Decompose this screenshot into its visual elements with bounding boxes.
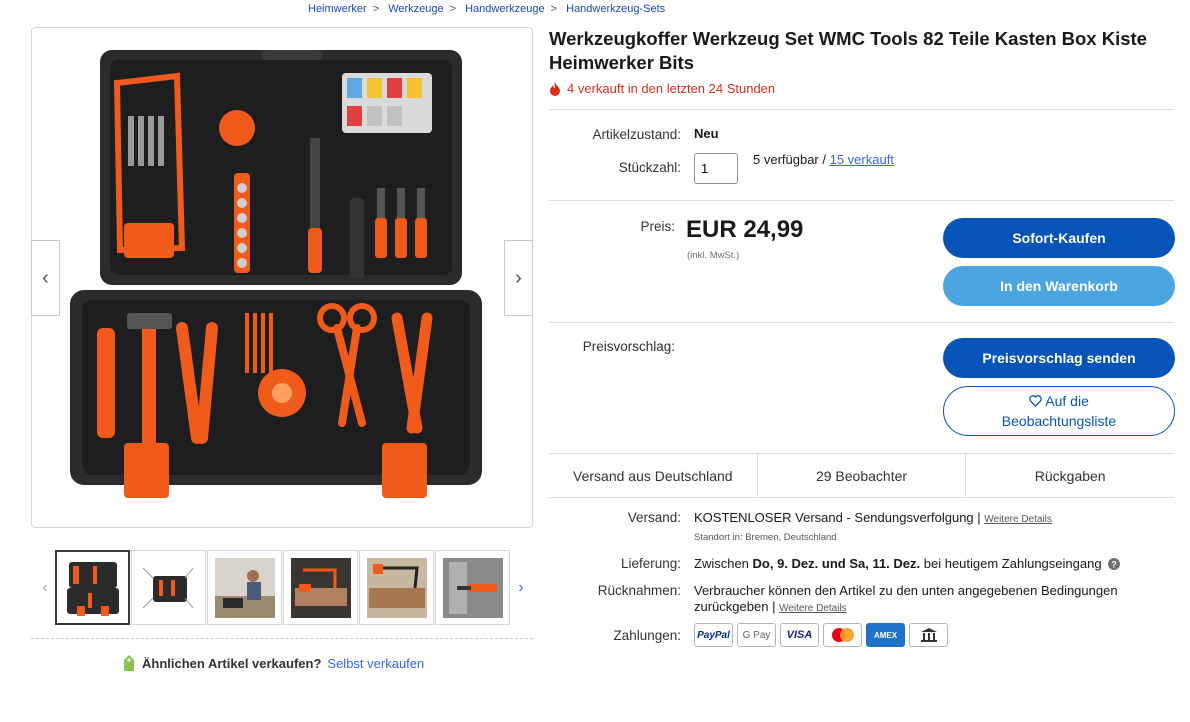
thumbnail-4[interactable] — [283, 550, 358, 625]
buy-now-button[interactable]: Sofort-Kaufen — [943, 218, 1175, 258]
chevron-left-icon: ‹ — [42, 266, 49, 289]
paypal-icon: PayPal — [694, 623, 733, 647]
visa-icon: VISA — [780, 623, 819, 647]
thumb-parts-list-image — [142, 567, 193, 608]
condition-label: Artikelzustand: — [592, 127, 681, 142]
thumb-prev-button[interactable]: ‹ — [35, 579, 55, 597]
thumb-usage-image-4 — [442, 557, 503, 618]
breadcrumb: Heimwerker > Werkzeuge > Handwerkzeuge > Ha… — [308, 3, 666, 15]
divider — [549, 109, 1174, 110]
toolbox-illustration — [70, 50, 482, 498]
tax-note: (inkl. MwSt.) — [687, 250, 740, 261]
returns-details-link[interactable]: Weitere Details — [779, 603, 847, 614]
delivery-label: Lieferung: — [620, 556, 681, 571]
chevron-right-icon: › — [515, 266, 522, 289]
delivery-value: Zwischen Do, 9. Dez. und Sa, 11. Dez. be… — [694, 556, 1121, 571]
returns-label: Rücknahmen: — [597, 583, 681, 598]
price-label: Preis: — [640, 219, 675, 234]
shipping-value: KOSTENLOSER Versand - Sendungsverfolgung… — [694, 510, 1052, 525]
urgency-signal: 4 verkauft in den letzten 24 Stunden — [549, 81, 775, 96]
thumb-usage-image-2 — [290, 557, 351, 618]
watchlist-label: Auf die Beobachtungsliste — [1001, 393, 1117, 429]
thumbnail-strip: ‹ › — [35, 550, 531, 625]
watchlist-content: Auf die Beobachtungsliste — [974, 391, 1144, 431]
thumbnail-1[interactable] — [55, 550, 130, 625]
returns-value: Verbraucher können den Artikel zu den un… — [694, 583, 1118, 614]
delivery-suffix: bei heutigem Zahlungseingang — [920, 556, 1102, 571]
send-offer-button[interactable]: Preisvorschlag senden — [943, 338, 1175, 378]
urgency-text: 4 verkauft in den letzten 24 Stunden — [567, 81, 776, 96]
bank-icon — [909, 623, 948, 647]
divider — [549, 322, 1174, 323]
thumb-toolbox-image — [66, 561, 119, 616]
add-to-cart-button[interactable]: In den Warenkorb — [943, 266, 1175, 306]
mastercard-icon — [823, 623, 862, 647]
quantity-input[interactable] — [694, 153, 738, 184]
sold-link[interactable]: 15 verkauft — [830, 152, 894, 167]
sell-yourself-link[interactable]: Selbst verkaufen — [327, 656, 424, 671]
returns-line-2: zurückgeben — [694, 599, 769, 614]
svg-text:?: ? — [1111, 560, 1117, 570]
thumb-next-button[interactable]: › — [511, 579, 531, 597]
product-title: Werkzeugkoffer Werkzeug Set WMC Tools 82… — [549, 28, 1147, 73]
thumbnail-5[interactable] — [359, 550, 434, 625]
returns-line-1: Verbraucher können den Artikel zu den un… — [694, 583, 1118, 598]
heart-icon — [1029, 395, 1042, 407]
google-pay-icon: G Pay — [737, 623, 776, 647]
available-text: 5 verfügbar / — [753, 152, 830, 167]
bank-building-icon — [920, 628, 937, 642]
offer-label: Preisvorschlag: — [582, 339, 675, 354]
thumbnail-3[interactable] — [207, 550, 282, 625]
shipping-label: Versand: — [627, 510, 681, 525]
stat-watchers: 29 Beobachter — [758, 454, 967, 497]
availability: 5 verfügbar / 15 verkauft — [753, 152, 894, 167]
stat-shipping-origin: Versand aus Deutschland — [549, 454, 758, 497]
sell-similar-question: Ähnlichen Artikel verkaufen? — [142, 655, 322, 671]
breadcrumb-handwerkzeug-sets[interactable]: Handwerkzeug-Sets — [566, 3, 665, 15]
mastercard-logo — [831, 628, 854, 642]
sell-similar-bar: Ähnlichen Artikel verkaufen? Selbst verk… — [122, 654, 424, 672]
thumbnail-2[interactable] — [131, 550, 206, 625]
delivery-prefix: Zwischen — [694, 556, 753, 571]
payments-label: Zahlungen: — [613, 628, 681, 643]
image-prev-button[interactable]: ‹ — [31, 240, 60, 316]
delivery-dates: Do, 9. Dez. und Sa, 11. Dez. — [752, 556, 921, 571]
thumbnail-6[interactable] — [435, 550, 510, 625]
breadcrumb-werkzeuge[interactable]: Werkzeuge — [388, 3, 443, 15]
tag-icon — [124, 655, 134, 671]
fire-icon — [550, 81, 560, 96]
help-icon[interactable]: ? — [1108, 558, 1121, 570]
thumb-usage-image-1 — [214, 557, 275, 618]
shipping-details-link[interactable]: Weitere Details — [984, 514, 1052, 525]
breadcrumb-handwerkzeuge[interactable]: Handwerkzeuge — [465, 3, 545, 15]
condition-value: Neu — [694, 126, 719, 141]
main-product-image[interactable] — [31, 27, 533, 528]
divider — [549, 200, 1174, 201]
image-next-button[interactable]: › — [504, 240, 533, 316]
stats-bar: Versand aus Deutschland 29 Beobachter Rü… — [549, 453, 1174, 498]
price-value: EUR 24,99 — [686, 216, 804, 243]
shipping-text: KOSTENLOSER Versand - Sendungsverfolgung — [694, 510, 974, 525]
quantity-label: Stückzahl: — [618, 160, 681, 175]
stat-returns[interactable]: Rückgaben — [966, 454, 1174, 497]
breadcrumb-heimwerker[interactable]: Heimwerker — [308, 3, 367, 15]
watchlist-button[interactable]: Auf die Beobachtungsliste — [943, 386, 1175, 436]
amex-icon: AMEX — [866, 623, 905, 647]
thumbs-divider — [31, 638, 533, 639]
payment-methods: PayPal G Pay VISA AMEX — [694, 623, 948, 647]
thumb-usage-image-3 — [366, 557, 427, 618]
item-location: Standort in: Bremen, Deutschland — [694, 532, 837, 543]
